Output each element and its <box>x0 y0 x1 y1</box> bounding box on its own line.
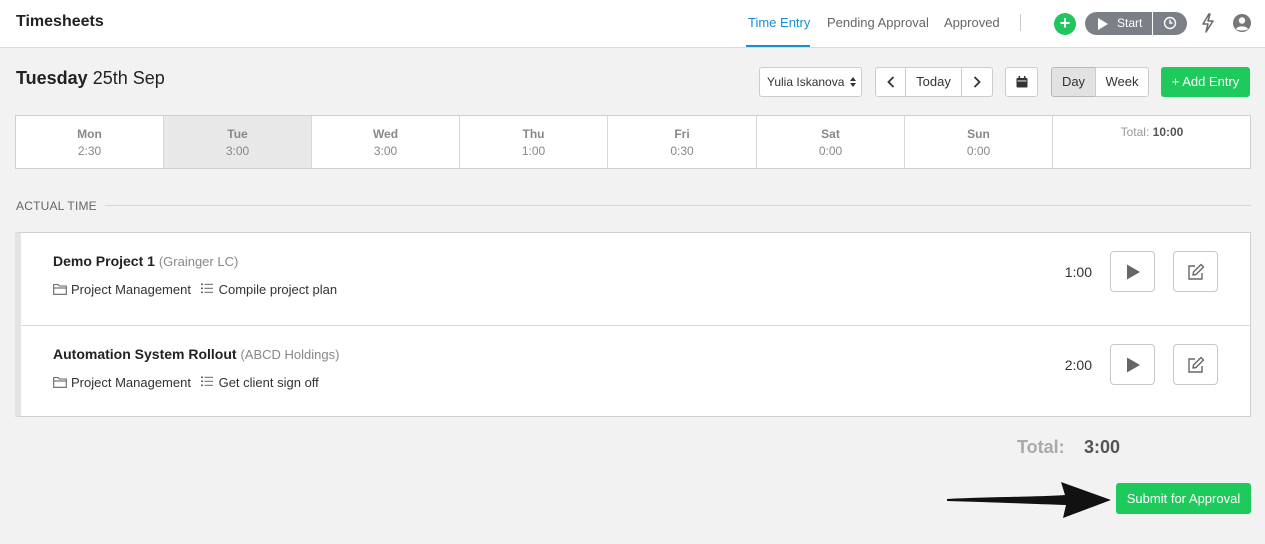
entry-category: Project Management <box>71 375 191 390</box>
entry-hours: 1:00 <box>1064 264 1092 280</box>
day-cell-thu[interactable]: Thu 1:00 <box>460 116 608 168</box>
edit-entry-button[interactable] <box>1173 251 1218 292</box>
entry-title: Automation System Rollout (ABCD Holdings… <box>53 346 339 362</box>
day-hours: 1:00 <box>521 144 546 158</box>
next-day-button[interactable] <box>961 67 993 97</box>
lightning-bolt-icon[interactable] <box>1200 13 1216 33</box>
day-name: Sat <box>821 127 840 141</box>
timer-history-button[interactable] <box>1153 12 1187 35</box>
today-button[interactable]: Today <box>905 67 962 97</box>
client-name: (Grainger LC) <box>158 254 239 269</box>
week-total-value: 10:00 <box>1152 125 1184 139</box>
play-icon <box>1098 18 1108 30</box>
entry-meta: Project Management Get client sign off <box>53 375 319 390</box>
day-name: Wed <box>372 127 399 141</box>
day-hours: 0:00 <box>818 144 843 158</box>
day-hours: 0:00 <box>966 144 991 158</box>
day-hours: 3:00 <box>225 144 250 158</box>
time-entry-row: Demo Project 1 (Grainger LC) Project Man… <box>21 233 1250 325</box>
tab-pending-approval[interactable]: Pending Approval <box>827 15 929 30</box>
project-name: Automation System Rollout <box>53 346 237 362</box>
day-name: Tue <box>227 127 248 141</box>
chevron-left-icon <box>886 76 894 88</box>
day-cell-sat[interactable]: Sat 0:00 <box>757 116 905 168</box>
day-cell-fri[interactable]: Fri 0:30 <box>608 116 757 168</box>
day-cell-sun[interactable]: Sun 0:00 <box>905 116 1053 168</box>
week-total-label: Total: <box>1120 125 1150 139</box>
day-hours: 3:00 <box>373 144 398 158</box>
time-entry-row: Automation System Rollout (ABCD Holdings… <box>21 325 1250 417</box>
day-view-button[interactable]: Day <box>1051 67 1096 97</box>
quick-add-plus-icon[interactable]: + <box>1054 13 1076 35</box>
tab-time-entry[interactable]: Time Entry <box>748 15 810 30</box>
start-timer-label: Start <box>1117 16 1143 30</box>
project-name: Demo Project 1 <box>53 253 155 269</box>
play-icon <box>1127 357 1140 373</box>
entry-task: Compile project plan <box>218 282 338 297</box>
page-title-date: 25th Sep <box>92 68 165 88</box>
nav-divider <box>1020 14 1021 31</box>
entry-hours: 2:00 <box>1064 357 1092 373</box>
day-cell-wed[interactable]: Wed 3:00 <box>312 116 460 168</box>
week-total: Total: 10:00 <box>1053 125 1251 139</box>
submit-for-approval-button[interactable]: Submit for Approval <box>1116 483 1251 514</box>
day-name: Mon <box>77 127 102 141</box>
user-select-value: Yulia Iskanova <box>767 75 845 89</box>
week-view-button[interactable]: Week <box>1095 67 1149 97</box>
entry-title: Demo Project 1 (Grainger LC) <box>53 253 238 269</box>
tab-approved[interactable]: Approved <box>944 15 1000 30</box>
play-icon <box>1127 264 1140 280</box>
entry-meta: Project Management Compile project plan <box>53 282 337 297</box>
user-select[interactable]: Yulia Iskanova <box>759 67 862 97</box>
edit-icon <box>1188 356 1205 373</box>
calendar-button[interactable] <box>1005 67 1038 97</box>
day-total-value: 3:00 <box>1084 437 1121 457</box>
time-entry-list: Demo Project 1 (Grainger LC) Project Man… <box>15 232 1251 417</box>
day-cell-tue[interactable]: Tue 3:00 <box>164 116 312 168</box>
start-entry-timer-button[interactable] <box>1110 344 1155 385</box>
folder-icon <box>53 376 67 388</box>
edit-entry-button[interactable] <box>1173 344 1218 385</box>
section-heading: ACTUAL TIME <box>16 199 97 213</box>
section-divider <box>105 205 1251 206</box>
user-account-icon[interactable] <box>1232 13 1252 33</box>
folder-icon <box>53 283 67 295</box>
previous-day-button[interactable] <box>875 67 906 97</box>
active-tab-underline <box>746 45 810 47</box>
day-name: Fri <box>674 127 690 141</box>
select-arrows-icon <box>850 77 856 87</box>
start-entry-timer-button[interactable] <box>1110 251 1155 292</box>
task-list-icon <box>201 376 213 387</box>
client-name: (ABCD Holdings) <box>240 347 340 362</box>
day-hours: 0:30 <box>670 144 694 158</box>
calendar-icon <box>1016 76 1027 88</box>
edit-icon <box>1188 263 1205 280</box>
day-total-label: Total: <box>1017 437 1065 457</box>
entry-task: Get client sign off <box>218 375 319 390</box>
day-hours: 2:30 <box>77 144 102 158</box>
week-summary-strip: Mon 2:30 Tue 3:00 Wed 3:00 Thu 1:00 Fri … <box>15 115 1251 169</box>
pointer-arrow-icon <box>947 482 1111 518</box>
page-title-weekday: Tuesday <box>16 68 88 88</box>
clock-icon <box>1163 16 1177 30</box>
chevron-right-icon <box>973 76 981 88</box>
day-name: Sun <box>967 127 990 141</box>
day-name: Thu <box>522 127 545 141</box>
app-title: Timesheets <box>16 13 104 30</box>
start-timer-button[interactable]: Start <box>1085 12 1152 35</box>
add-entry-button[interactable]: + Add Entry <box>1161 67 1250 97</box>
task-list-icon <box>201 283 213 294</box>
entry-category: Project Management <box>71 282 191 297</box>
top-bar: Timesheets Time Entry Pending Approval A… <box>0 0 1265 48</box>
page-title: Tuesday 25th Sep <box>16 68 165 89</box>
day-cell-mon[interactable]: Mon 2:30 <box>16 116 164 168</box>
